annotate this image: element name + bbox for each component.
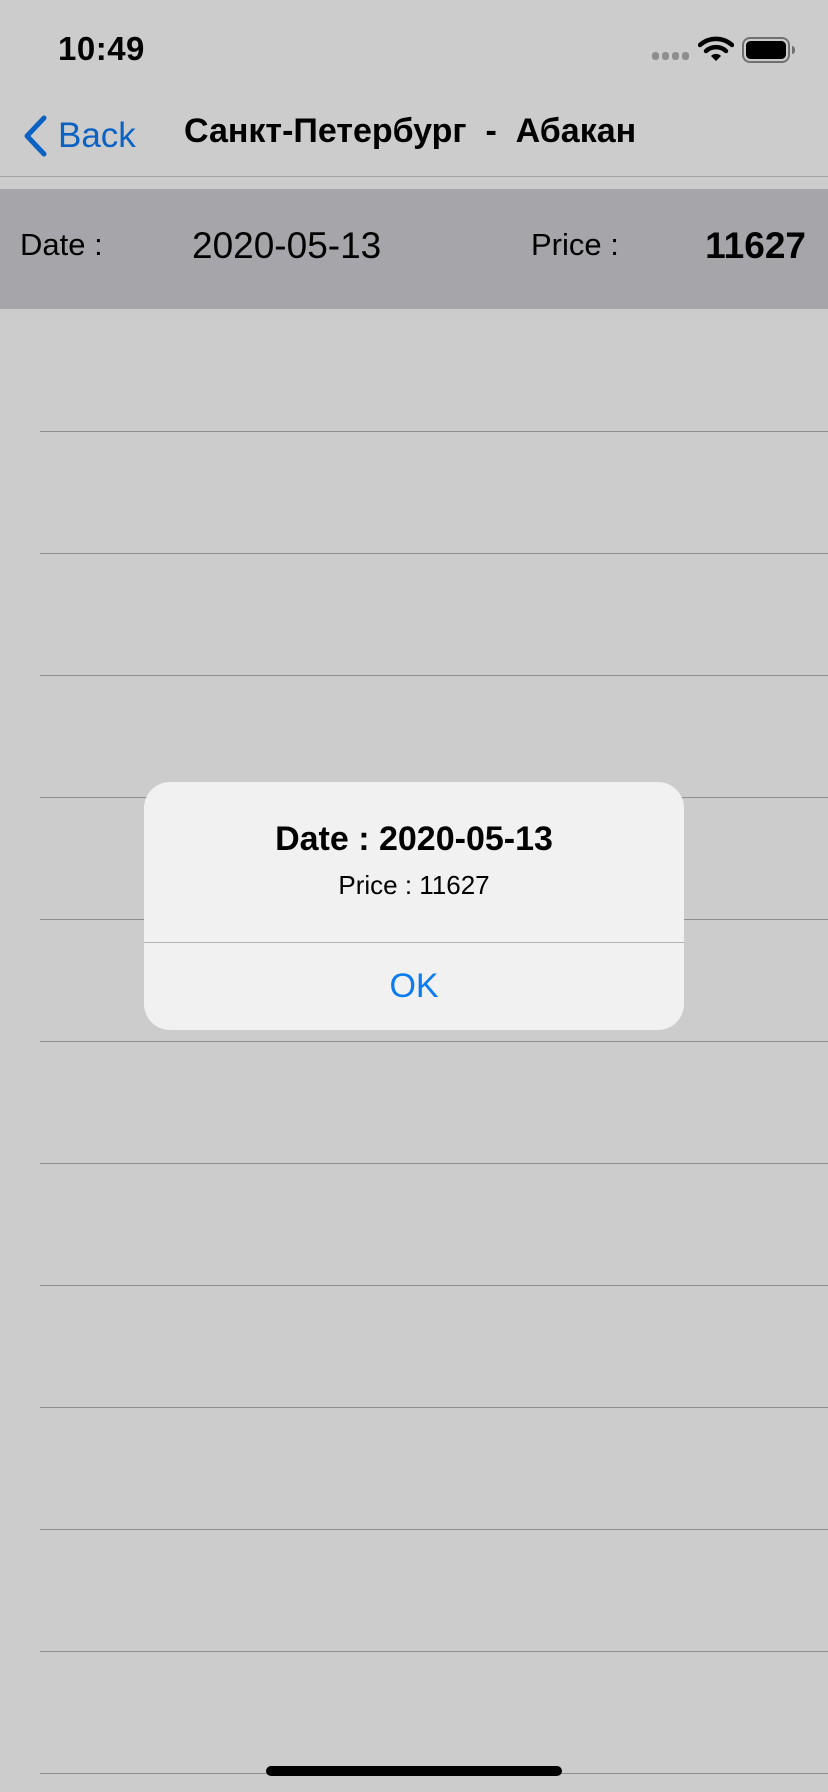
wifi-icon — [698, 36, 734, 61]
alert-title: Date : 2020-05-13 — [275, 820, 553, 858]
row-separator — [40, 1163, 828, 1164]
cellular-signal-icon — [652, 52, 690, 60]
back-label: Back — [58, 116, 136, 155]
battery-icon — [742, 37, 795, 63]
row-separator — [40, 675, 828, 676]
alert-message: Price : 11627 — [338, 870, 490, 900]
row-separator — [40, 1407, 828, 1408]
screen: 10:49 Back Санкт-Петербург - Абакан Date… — [0, 0, 828, 1792]
row-separator — [40, 553, 828, 554]
row-separator — [40, 1285, 828, 1286]
price-value: 11627 — [705, 225, 806, 266]
table-row-selected[interactable]: Date : 2020-05-13 Price : 11627 — [0, 189, 828, 309]
chevron-left-icon — [24, 115, 47, 157]
home-indicator[interactable] — [266, 1766, 562, 1776]
navigation-bar: Back Санкт-Петербург - Абакан — [0, 96, 828, 177]
price-label: Price : — [531, 227, 619, 262]
status-time: 10:49 — [58, 30, 145, 67]
date-label: Date : — [20, 227, 103, 262]
row-separator — [40, 1529, 828, 1530]
empty-table — [0, 309, 828, 1792]
ok-button[interactable]: OK — [144, 943, 684, 1030]
alert-dialog: Date : 2020-05-13 Price : 11627 OK — [144, 782, 684, 1030]
row-separator — [40, 431, 828, 432]
row-separator — [40, 1651, 828, 1652]
date-value: 2020-05-13 — [192, 225, 382, 266]
page-title: Санкт-Петербург - Абакан — [184, 112, 637, 150]
status-bar: 10:49 — [0, 0, 828, 96]
back-button[interactable]: Back — [22, 110, 136, 162]
row-separator — [40, 1041, 828, 1042]
